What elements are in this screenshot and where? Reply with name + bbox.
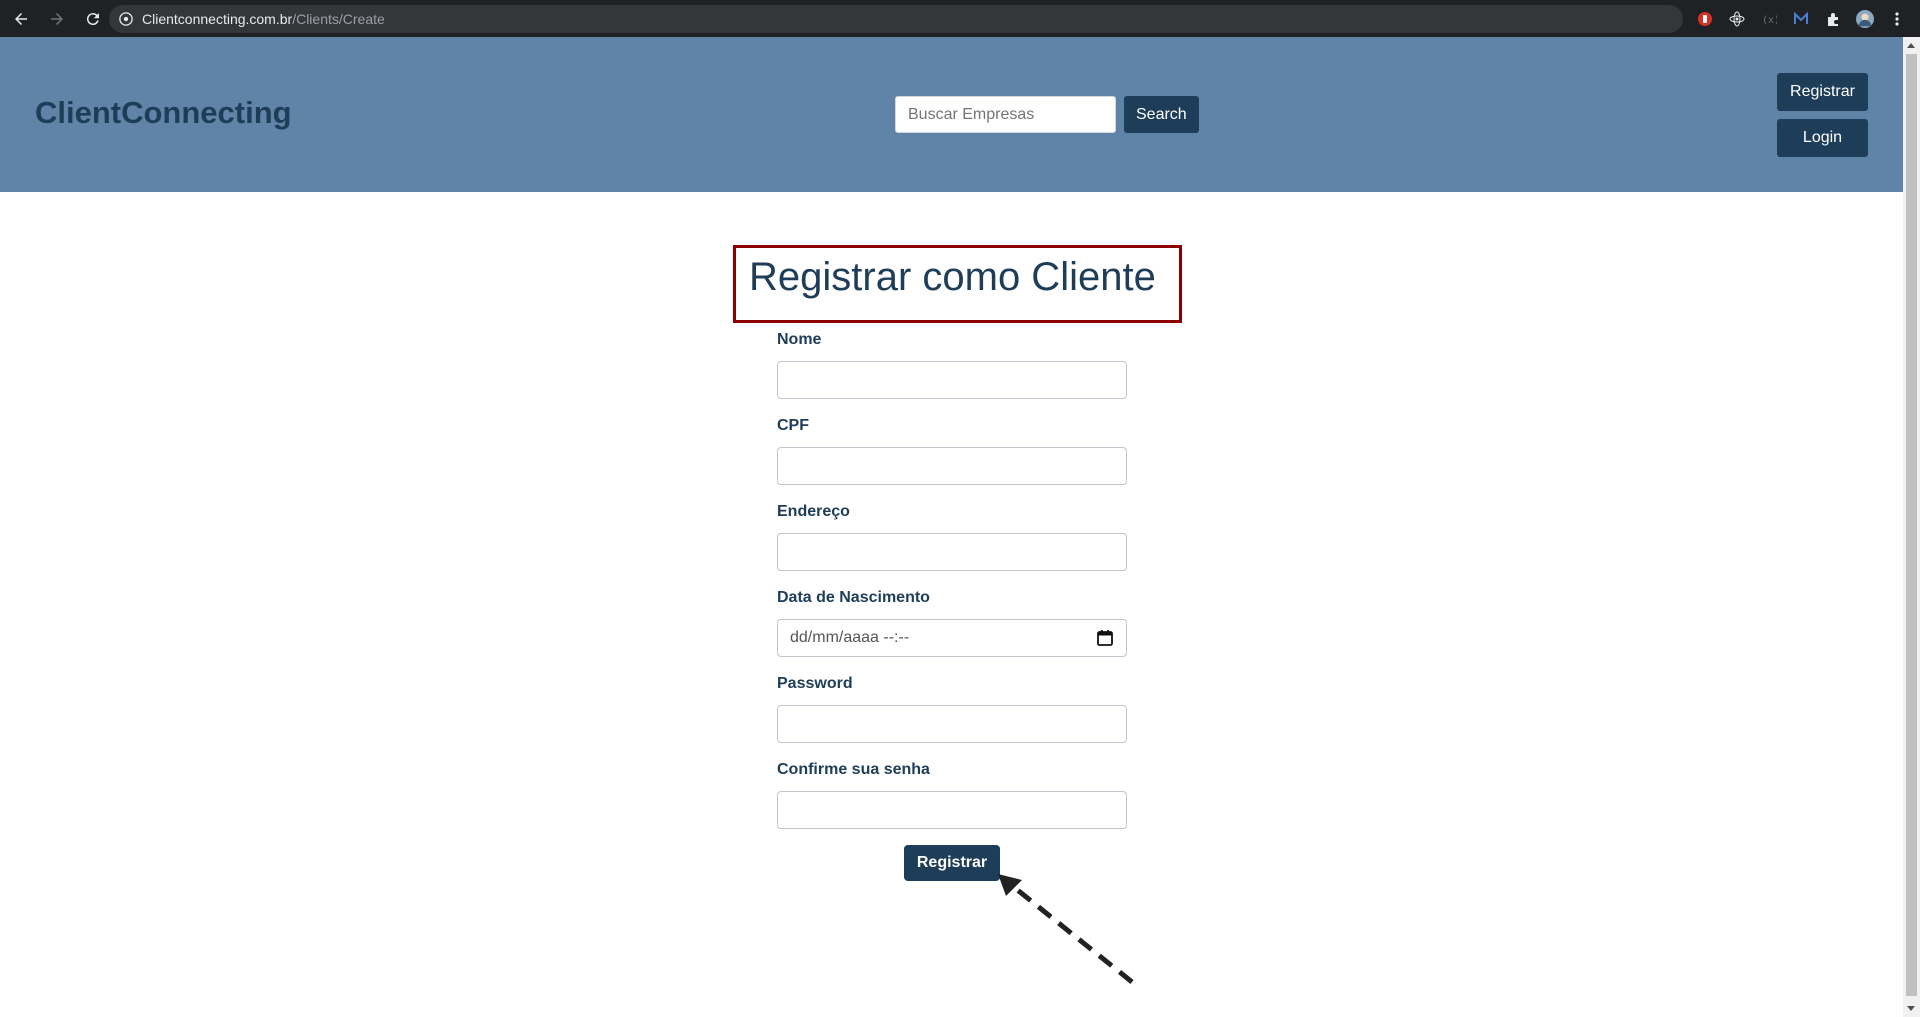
page-title: Registrar como Cliente bbox=[749, 255, 1156, 299]
search-input[interactable] bbox=[895, 96, 1116, 133]
endereco-label: Endereço bbox=[777, 503, 850, 520]
profile-avatar-icon[interactable] bbox=[1856, 10, 1874, 28]
scroll-down-arrow-icon[interactable] bbox=[1907, 1006, 1915, 1011]
cpf-label: CPF bbox=[777, 417, 809, 434]
scroll-up-arrow-icon[interactable] bbox=[1907, 43, 1915, 48]
svg-text:(x): (x) bbox=[1762, 15, 1777, 26]
m-extension-icon[interactable] bbox=[1792, 10, 1810, 28]
endereco-field[interactable] bbox=[777, 533, 1127, 571]
extensions-tray: (x) bbox=[1696, 5, 1906, 33]
back-icon[interactable] bbox=[6, 4, 36, 34]
calendar-icon[interactable] bbox=[1096, 629, 1114, 647]
forward-icon[interactable] bbox=[42, 4, 72, 34]
nome-label: Nome bbox=[777, 331, 822, 348]
birthdate-field[interactable]: dd/mm/aaaa --:-- bbox=[777, 619, 1127, 657]
scroll-thumb[interactable] bbox=[1906, 54, 1917, 996]
code-extension-icon[interactable]: (x) bbox=[1760, 10, 1778, 28]
reload-icon[interactable] bbox=[78, 4, 108, 34]
password-label: Password bbox=[777, 675, 853, 692]
react-devtools-icon[interactable] bbox=[1728, 10, 1746, 28]
birthdate-label: Data de Nascimento bbox=[777, 589, 930, 606]
url-path: /Clients/Create bbox=[292, 11, 385, 27]
url-host: Clientconnecting.com.br bbox=[142, 11, 293, 27]
password-field[interactable] bbox=[777, 705, 1127, 743]
search-button[interactable]: Search bbox=[1124, 96, 1199, 133]
cpf-field[interactable] bbox=[777, 447, 1127, 485]
site-header: ClientConnecting Search Registrar Login bbox=[0, 37, 1903, 192]
puzzle-extensions-icon[interactable] bbox=[1824, 10, 1842, 28]
birthdate-value: dd/mm/aaaa --:-- bbox=[790, 629, 910, 646]
nome-field[interactable] bbox=[777, 361, 1127, 399]
kebab-menu-icon[interactable] bbox=[1888, 10, 1906, 28]
address-bar[interactable]: Clientconnecting.com.br/Clients/Create bbox=[109, 5, 1683, 33]
register-button[interactable]: Registrar bbox=[1777, 73, 1868, 111]
auth-buttons: Registrar Login bbox=[1777, 73, 1868, 157]
site-info-icon[interactable] bbox=[119, 12, 133, 26]
browser-toolbar: Clientconnecting.com.br/Clients/Create (… bbox=[0, 0, 1920, 37]
login-button[interactable]: Login bbox=[1777, 119, 1868, 157]
confirm-password-field[interactable] bbox=[777, 791, 1127, 829]
page-scrollbar[interactable] bbox=[1903, 37, 1920, 1017]
hand-extension-icon[interactable] bbox=[1696, 10, 1714, 28]
company-search: Search bbox=[895, 96, 1199, 133]
brand-logo[interactable]: ClientConnecting bbox=[35, 95, 292, 131]
confirm-password-label: Confirme sua senha bbox=[777, 761, 930, 778]
dashed-arrow-annotation bbox=[998, 874, 1134, 984]
submit-register-button[interactable]: Registrar bbox=[904, 845, 1000, 881]
